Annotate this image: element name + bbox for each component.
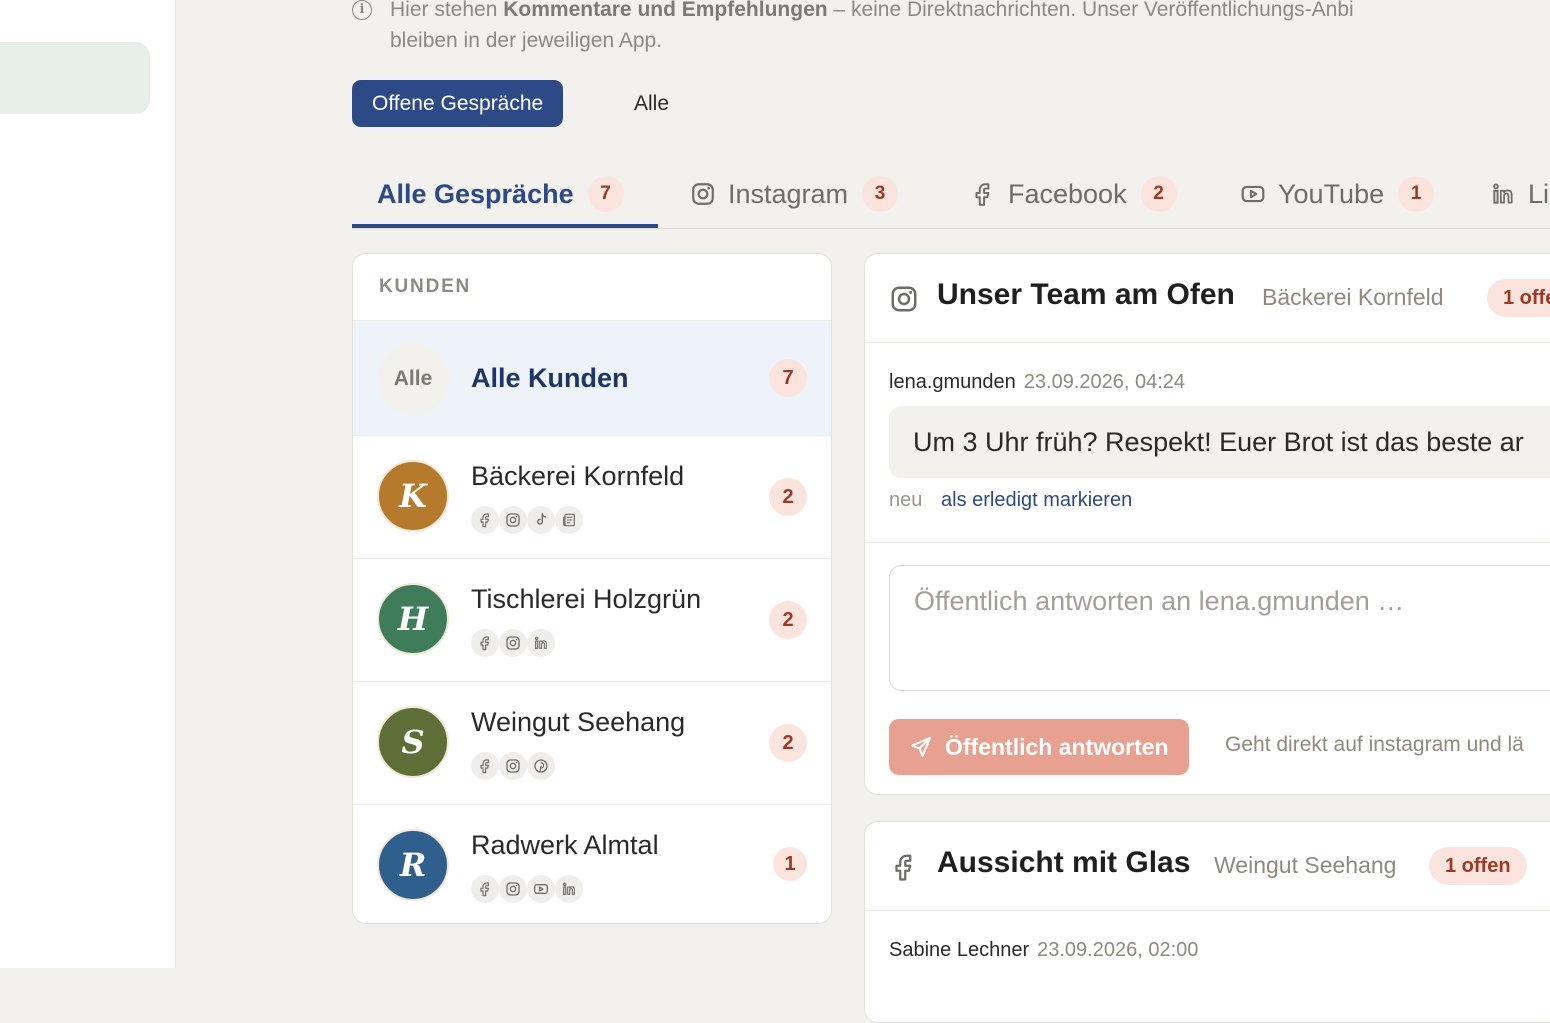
platform-chips	[471, 629, 555, 657]
customer-count-badge: 2	[769, 478, 807, 516]
filter-open-conversations-button[interactable]: Offene Gespräche	[352, 80, 564, 127]
customer-list: KUNDEN Alle Alle Kunden 7 K Bäckerei Kor…	[352, 253, 832, 924]
reply-input[interactable]: Öffentlich antworten an lena.gmunden …	[889, 565, 1550, 691]
comment-meta: lena.gmunden 23.09.2026, 04:24	[889, 371, 1185, 394]
comment-author: lena.gmunden	[889, 371, 1016, 393]
avatar: Alle	[377, 343, 449, 415]
customer-count-badge: 7	[769, 359, 807, 397]
tab-label: Li	[1528, 178, 1550, 209]
tab-youtube[interactable]: YouTube 1	[1240, 160, 1435, 228]
open-count-badge: 1 offe	[1487, 279, 1550, 317]
avatar: H	[377, 583, 449, 655]
customer-count-badge: 2	[769, 601, 807, 639]
comment-status: neu	[889, 489, 923, 511]
info-suffix: – keine Direktnachrichten. Unser Veröffe…	[827, 0, 1354, 21]
thread-customer: Bäckerei Kornfeld	[1262, 284, 1444, 310]
comment-time: 23.09.2026, 04:24	[1023, 371, 1186, 393]
reply-button-label: Öffentlich antworten	[945, 733, 1169, 760]
facebook-icon	[970, 181, 996, 207]
facebook-icon	[889, 852, 919, 882]
customer-item-baeckerei-kornfeld[interactable]: K Bäckerei Kornfeld 2	[353, 436, 831, 559]
customer-item-weingut-seehang[interactable]: S Weingut Seehang 2	[353, 682, 831, 805]
comment-time: 23.09.2026, 02:00	[1037, 939, 1199, 961]
tab-linkedin[interactable]: Li	[1490, 160, 1549, 228]
tab-all-conversations[interactable]: Alle Gespräche 7	[377, 160, 624, 228]
tab-count-badge: 2	[1140, 176, 1177, 212]
info-icon: i	[352, 0, 372, 20]
customer-list-header: KUNDEN	[353, 254, 831, 321]
instagram-icon	[499, 629, 527, 657]
customer-item-tischlerei-holzgruen[interactable]: H Tischlerei Holzgrün 2	[353, 559, 831, 682]
instagram-icon	[499, 752, 527, 780]
linkedin-icon	[527, 629, 555, 657]
thread-title: Unser Team am Ofen	[937, 278, 1235, 311]
avatar: R	[377, 829, 449, 901]
main-content: i Hier stehen Kommentare und Empfehlunge…	[352, 0, 1550, 1023]
tab-label: YouTube	[1278, 178, 1385, 209]
pinterest-icon	[527, 752, 555, 780]
linkedin-icon	[1490, 181, 1516, 207]
comment-author: Sabine Lechner	[889, 939, 1030, 961]
avatar: K	[377, 460, 449, 532]
open-count-badge: 1 offen	[1429, 847, 1527, 885]
instagram-icon	[889, 284, 919, 314]
facebook-icon	[471, 506, 499, 534]
linkedin-icon	[555, 875, 583, 903]
platform-chips	[471, 752, 555, 780]
active-tab-underline	[352, 224, 658, 228]
customer-name: Radwerk Almtal	[471, 830, 659, 860]
sidebar-active-item[interactable]	[0, 42, 150, 114]
platform-chips	[471, 875, 583, 903]
comment-message: Um 3 Uhr früh? Respekt! Euer Brot ist da…	[889, 406, 1550, 478]
youtube-icon	[527, 875, 555, 903]
instagram-icon	[690, 181, 716, 207]
customer-name: Alle Kunden	[471, 363, 629, 393]
facebook-icon	[471, 752, 499, 780]
reply-public-button[interactable]: Öffentlich antworten	[889, 719, 1189, 775]
facebook-icon	[471, 629, 499, 657]
tab-label: Alle Gespräche	[377, 178, 574, 209]
platform-tabs: Alle Gespräche 7 Instagram 3 Facebook 2 …	[352, 160, 1550, 229]
mark-done-link[interactable]: als erledigt markieren	[941, 489, 1132, 512]
instagram-icon	[499, 506, 527, 534]
info-line2: bleiben in der jeweiligen App.	[390, 29, 663, 52]
tab-instagram[interactable]: Instagram 3	[690, 160, 899, 228]
info-prefix: Hier stehen	[390, 0, 504, 21]
thread-card: Aussicht mit Glas Weingut Seehang 1 offe…	[864, 821, 1550, 1023]
tab-label: Facebook	[1008, 178, 1127, 209]
sidebar	[0, 0, 176, 968]
customer-count-badge: 2	[769, 724, 807, 762]
info-bold: Kommentare und Empfehlungen	[503, 0, 828, 21]
avatar: S	[377, 706, 449, 778]
news-icon	[555, 506, 583, 534]
thread-header: Unser Team am Ofen Bäckerei Kornfeld 1 o…	[865, 254, 1550, 343]
youtube-icon	[1240, 181, 1266, 207]
customer-item-all[interactable]: Alle Alle Kunden 7	[353, 321, 831, 436]
tab-label: Instagram	[728, 178, 849, 209]
thread-header: Aussicht mit Glas Weingut Seehang 1 offe…	[865, 822, 1550, 911]
send-icon	[909, 735, 933, 759]
customer-item-radwerk-almtal[interactable]: R Radwerk Almtal 1	[353, 805, 831, 923]
thread-title: Aussicht mit Glas	[937, 846, 1191, 879]
customer-name: Weingut Seehang	[471, 707, 686, 737]
tab-facebook[interactable]: Facebook 2	[970, 160, 1177, 228]
tiktok-icon	[527, 506, 555, 534]
divider	[865, 542, 1550, 543]
platform-chips	[471, 506, 583, 534]
customer-name: Tischlerei Holzgrün	[471, 584, 702, 614]
thread-customer: Weingut Seehang	[1214, 852, 1397, 878]
reply-hint: Geht direkt auf instagram und lä	[1225, 733, 1524, 756]
filter-all-button[interactable]: Alle	[634, 80, 669, 127]
instagram-icon	[499, 875, 527, 903]
customer-count-badge: 1	[773, 847, 807, 881]
tab-count-badge: 3	[862, 176, 899, 212]
tab-count-badge: 1	[1398, 176, 1435, 212]
customer-name: Bäckerei Kornfeld	[471, 461, 685, 491]
thread-card: Unser Team am Ofen Bäckerei Kornfeld 1 o…	[864, 253, 1550, 795]
facebook-icon	[471, 875, 499, 903]
comment-meta: Sabine Lechner 23.09.2026, 02:00	[889, 939, 1198, 962]
tab-count-badge: 7	[587, 176, 624, 212]
